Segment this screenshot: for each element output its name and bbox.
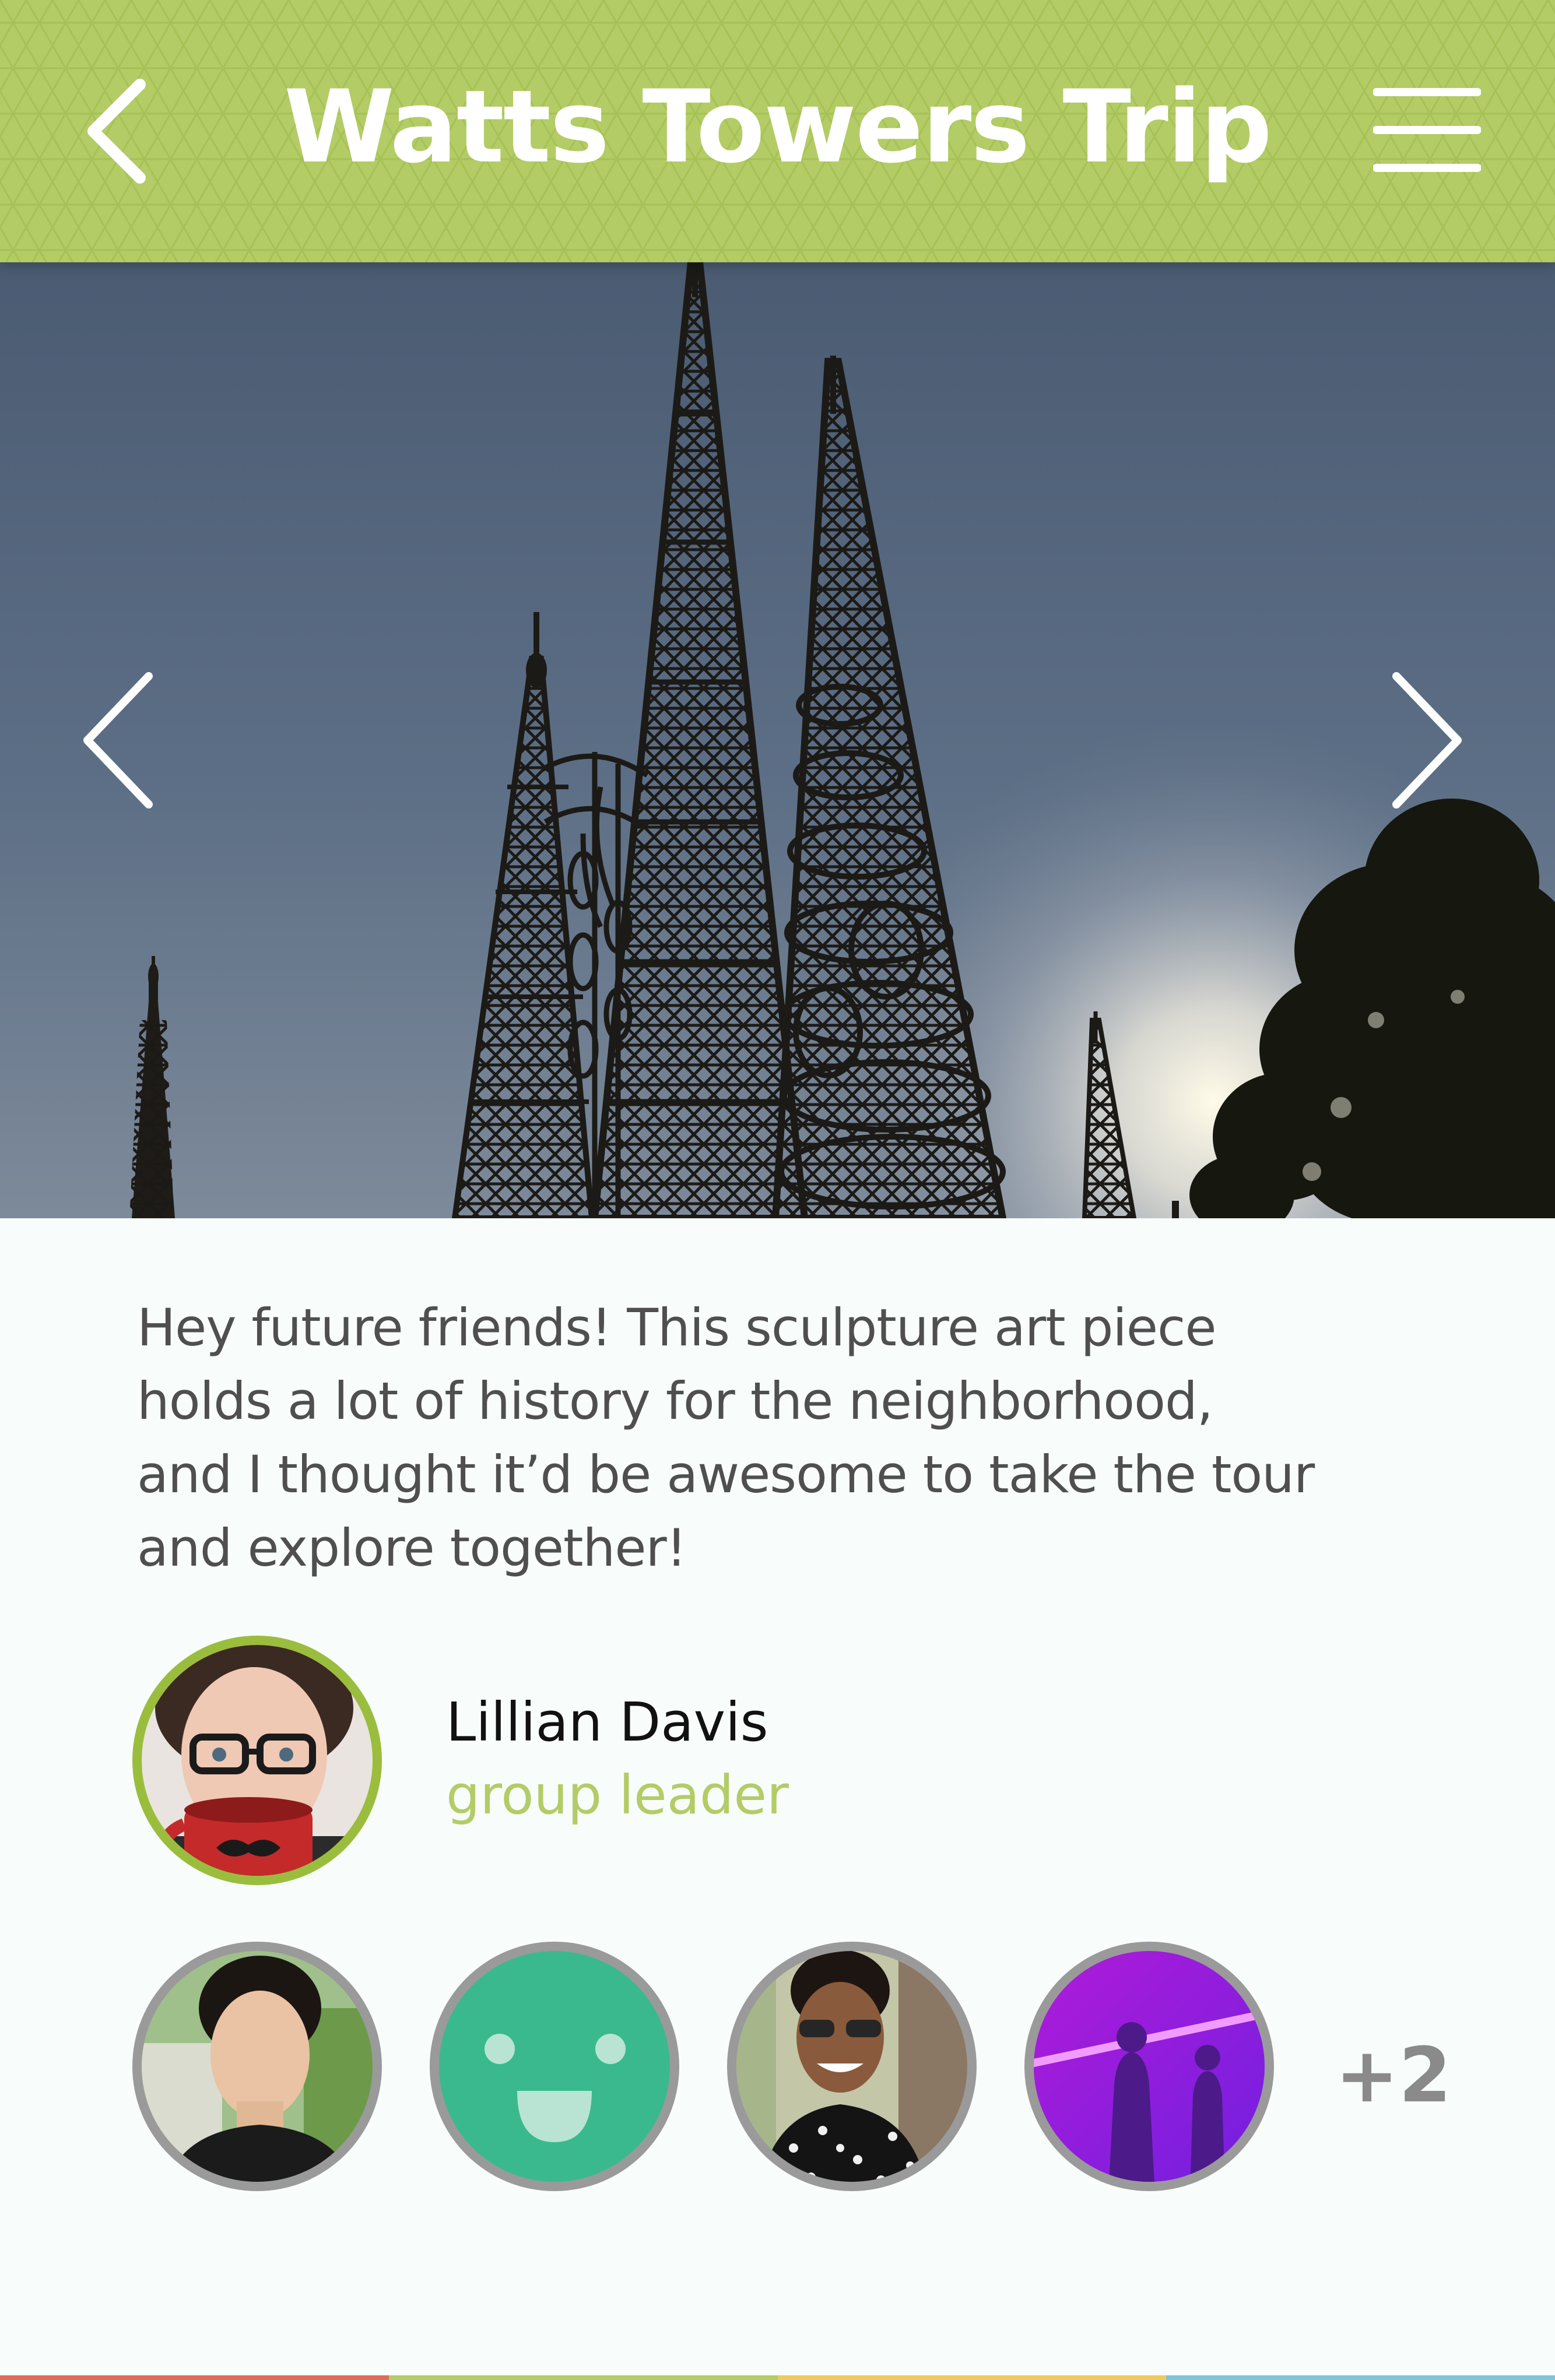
description-line: Hey future friends! This sculpture art p… [137,1298,1217,1358]
menu-button[interactable] [1373,86,1482,174]
next-photo-button[interactable] [1382,665,1469,816]
trip-description: Hey future friends! This sculpture art p… [137,1291,1478,1585]
member-photo [1024,1942,1274,2191]
description-line: holds a lot of history for the neighborh… [137,1371,1213,1431]
leader-name: Lillian Davis [446,1691,768,1753]
description-line: and explore together! [137,1518,687,1578]
bottom-color-strip [0,2375,1555,2380]
member-photo [132,1942,382,2191]
leader-avatar-photo [132,1636,382,1885]
page-title: Watts Towers Trip [284,68,1272,185]
leader-role: group leader [446,1764,789,1826]
member-avatar-4[interactable] [1021,1938,1277,2195]
app-header: Watts Towers Trip [0,0,1555,262]
description-line: and I thought it’d be awesome to take th… [137,1444,1315,1504]
member-avatar-1[interactable] [129,1938,385,2195]
chevron-right-icon [1392,672,1462,808]
more-members-count[interactable]: +2 [1335,2034,1451,2116]
smiley-face-icon [430,1942,679,2191]
hamburger-menu-icon [1373,88,1482,172]
member-avatar-placeholder[interactable] [426,1938,683,2195]
previous-photo-button[interactable] [76,665,163,816]
watts-towers-photo [0,262,1555,1218]
chevron-left-icon [83,672,153,808]
member-photo [727,1942,977,2191]
hero-carousel[interactable] [0,262,1555,1218]
leader-avatar[interactable] [129,1632,385,1889]
member-avatar-3[interactable] [724,1938,980,2195]
